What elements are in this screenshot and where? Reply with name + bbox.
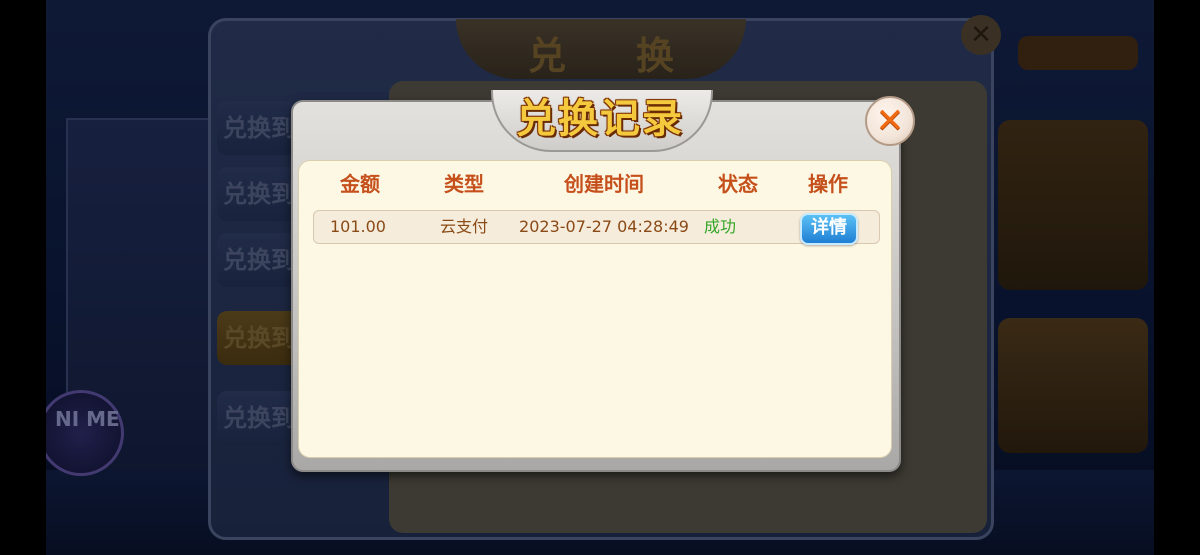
close-x-icon: ✕ — [875, 101, 905, 141]
cell-amount: 101.00 — [330, 217, 386, 236]
record-table-area — [298, 160, 892, 458]
column-header-created-time: 创建时间 — [564, 172, 644, 196]
modal-title: 兑换记录 — [516, 96, 684, 142]
close-button[interactable]: ✕ — [865, 96, 915, 146]
cell-created-time: 2023-07-27 04:28:49 — [519, 217, 689, 236]
column-header-amount: 金额 — [340, 172, 380, 196]
detail-button[interactable]: 详情 — [800, 213, 858, 245]
cell-type: 云支付 — [439, 217, 488, 236]
cell-status: 成功 — [703, 217, 736, 236]
column-header-type: 类型 — [444, 172, 484, 196]
column-header-status: 状态 — [718, 172, 758, 196]
column-header-action: 操作 — [808, 172, 848, 196]
